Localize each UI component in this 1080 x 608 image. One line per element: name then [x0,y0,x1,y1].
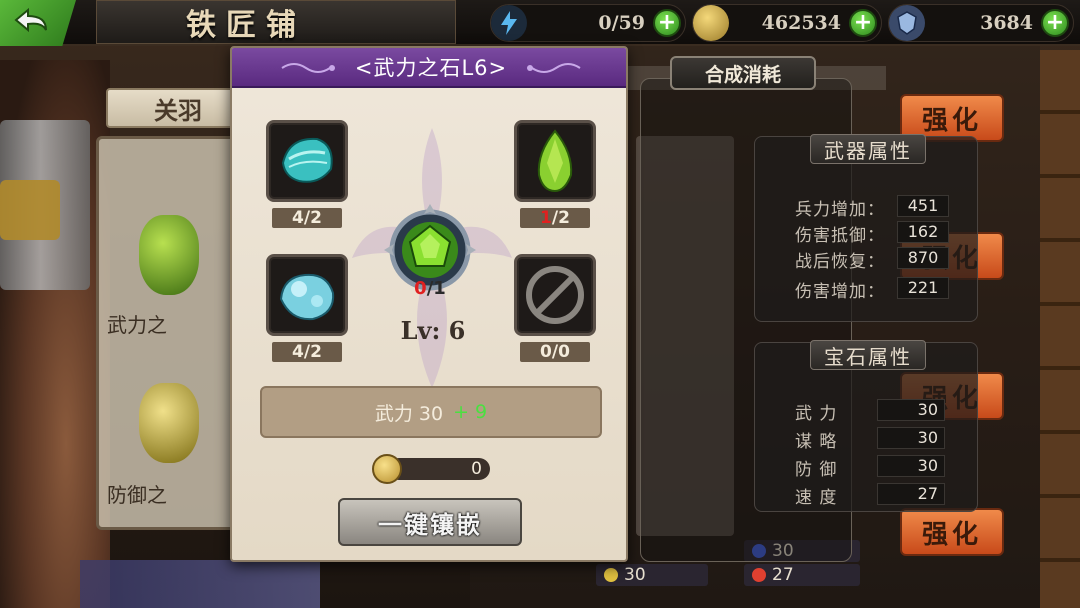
synthesis-cost-title: 合成消耗 [670,56,816,90]
gold-counter: 462534 + [692,4,882,42]
left-swirl-ornament [281,63,335,73]
level-label: Lv: 6 [400,316,466,345]
teal-shell-gem-icon [281,137,333,183]
weapon-attributes-title: 武器属性 [810,134,926,164]
weapon-attr-row: 伤害抵御： 162 [755,221,979,246]
add-stamina-button[interactable]: + [653,9,681,37]
stat-plus: + 9 [453,401,488,423]
bottom-stat-value: 27 [772,565,794,585]
green-gem-icon[interactable] [139,215,199,295]
add-gold-button[interactable]: + [849,9,877,37]
coin-cost-value: 0 [471,459,482,479]
blacksmith-screen: 铁匠铺 0/59 + 462534 + 3684 + 关羽 武力之 防御之 强化… [0,0,1080,608]
popup-header: <武力之石L6> [232,48,626,88]
left-equip-panel: 武力之 防御之 [96,136,236,530]
strengthen-button-4[interactable]: 强化 [900,508,1004,556]
stamina-counter: 0/59 + [490,4,686,42]
bottom-stat-row: 27 [744,564,860,586]
gem-attr-row: 谋 略 30 [755,427,979,452]
left-item-2-label: 防御之 [107,483,167,507]
shelf-art [1040,50,1080,608]
gem-dot-icon [604,568,618,582]
coin-icon [372,454,402,484]
target-gem-count: 0/1 [414,278,446,299]
gem-attr-row: 速 度 27 [755,483,979,508]
gem-slot-4[interactable] [514,254,596,336]
coin-track: 0 [388,458,490,480]
slot-3-count: 4/2 [272,342,342,362]
strengthen-label: 强化 [921,105,982,136]
bottom-stat-row: 30 [596,564,708,586]
coin-icon [693,5,729,41]
forbidden-icon [526,266,584,324]
popup-title: <武力之石L6> [354,56,508,80]
green-crystal-gem-icon [537,129,573,193]
gem-attr-row: 防 御 30 [755,455,979,480]
gem-value: 3684 [980,12,1033,34]
weapon-attr-row: 伤害增加： 221 [755,277,979,302]
slot-1-count: 4/2 [272,208,342,228]
weapon-attr-row: 兵力增加： 451 [755,195,979,220]
hero-name: 关羽 [154,95,202,125]
stat-label: 武力 30 [374,402,444,425]
gem-slot-2[interactable] [514,120,596,202]
left-item-1-label: 武力之 [107,313,167,337]
back-button[interactable] [0,0,76,46]
slot-4-count: 0/0 [520,342,590,362]
top-bar: 铁匠铺 0/59 + 462534 + 3684 + [0,0,1080,46]
gold-value: 462534 [761,12,841,34]
stat-bar: 武力 30 + 9 [260,386,602,438]
yellow-gem-icon[interactable] [139,383,199,463]
back-arrow-icon [14,7,47,33]
right-swirl-ornament [527,63,581,73]
page-title: 铁匠铺 [186,8,306,43]
gem-counter: 3684 + [888,4,1074,42]
coin-cost-bar: 0 [372,454,490,484]
gem-dot-icon [752,568,766,582]
hero-name-plate[interactable]: 关羽 [106,88,250,128]
embed-button-label: 一键镶嵌 [378,510,482,539]
crystal-shield-icon [889,5,925,41]
title-plate: 铁匠铺 [96,0,456,44]
slot-2-count: 1/2 [520,208,590,228]
add-gem-button[interactable]: + [1041,9,1069,37]
lightning-icon [491,5,527,41]
gem-slot-3[interactable] [266,254,348,336]
gem-attributes-title: 宝石属性 [810,340,926,370]
weapon-attr-row: 战后恢复： 870 [755,247,979,272]
gem-slot-1[interactable] [266,120,348,202]
cyan-rock-gem-icon [279,273,335,321]
character-pants-art [80,560,320,608]
strengthen-label: 强化 [921,519,982,550]
bottom-stat-value: 30 [624,565,646,585]
gem-synthesis-popup: <武力之石L6> 4/2 1/2 4/2 0/0 0/1 Lv: 6 武力 30… [230,46,628,562]
one-click-embed-button[interactable]: 一键镶嵌 [338,498,522,546]
hammer-band-art [0,180,60,240]
stamina-value: 0/59 [598,12,645,34]
gem-attr-row: 武 力 30 [755,399,979,424]
